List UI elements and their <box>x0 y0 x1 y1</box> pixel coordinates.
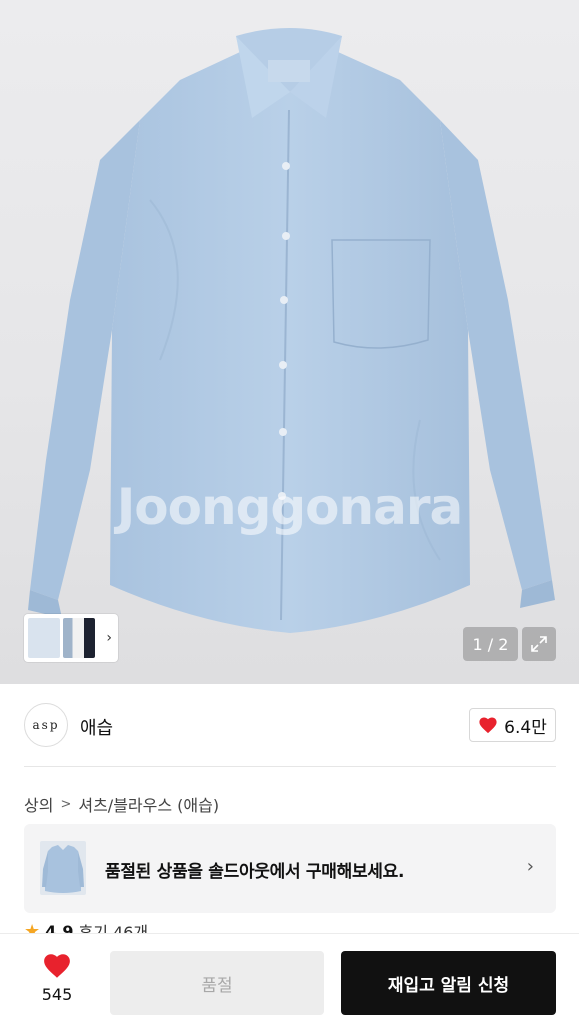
wish-button[interactable]: 545 <box>24 952 90 1004</box>
seller-row[interactable]: asp 애습 6.4만 <box>0 684 579 766</box>
chevron-right-icon: › <box>526 856 534 877</box>
banner-product-thumbnail <box>40 841 86 895</box>
like-button[interactable]: 6.4만 <box>469 708 556 742</box>
breadcrumb-item-category[interactable]: 상의 <box>24 792 53 816</box>
soldout-button[interactable]: 품절 <box>110 951 324 1015</box>
chevron-right-icon[interactable]: › <box>106 630 114 646</box>
banner-text: 품절된 상품을 솔드아웃에서 구매해보세요. <box>105 862 405 882</box>
bottom-action-bar: 545 품절 재입고 알림 신청 <box>0 934 579 1024</box>
product-image-gallery[interactable]: Joonggonara › 1 / 2 <box>0 0 579 684</box>
divider <box>24 766 556 767</box>
seller-avatar[interactable]: asp <box>24 703 68 747</box>
chevron-right-icon: > <box>60 796 72 812</box>
breadcrumb: 상의 > 셔츠/블라우스 (애습) <box>24 792 219 816</box>
image-counter: 1 / 2 <box>463 627 518 661</box>
heart-icon <box>44 954 70 978</box>
wish-count: 545 <box>41 985 73 1004</box>
heart-icon <box>479 717 497 734</box>
thumbnail-strip[interactable]: › <box>24 614 118 662</box>
thumbnail-1[interactable] <box>28 618 60 658</box>
soldout-banner[interactable]: 품절된 상품을 솔드아웃에서 구매해보세요. › <box>24 824 556 913</box>
watermark: Joonggonara <box>116 478 464 536</box>
product-image <box>28 28 555 633</box>
expand-icon <box>531 636 547 652</box>
restock-alert-button[interactable]: 재입고 알림 신청 <box>341 951 556 1015</box>
thumbnail-2[interactable] <box>63 618 95 658</box>
like-count: 6.4만 <box>504 717 547 738</box>
seller-name[interactable]: 애습 <box>80 714 113 740</box>
breadcrumb-item-subcategory[interactable]: 셔츠/블라우스 (애습) <box>78 792 219 816</box>
expand-button[interactable] <box>522 627 556 661</box>
